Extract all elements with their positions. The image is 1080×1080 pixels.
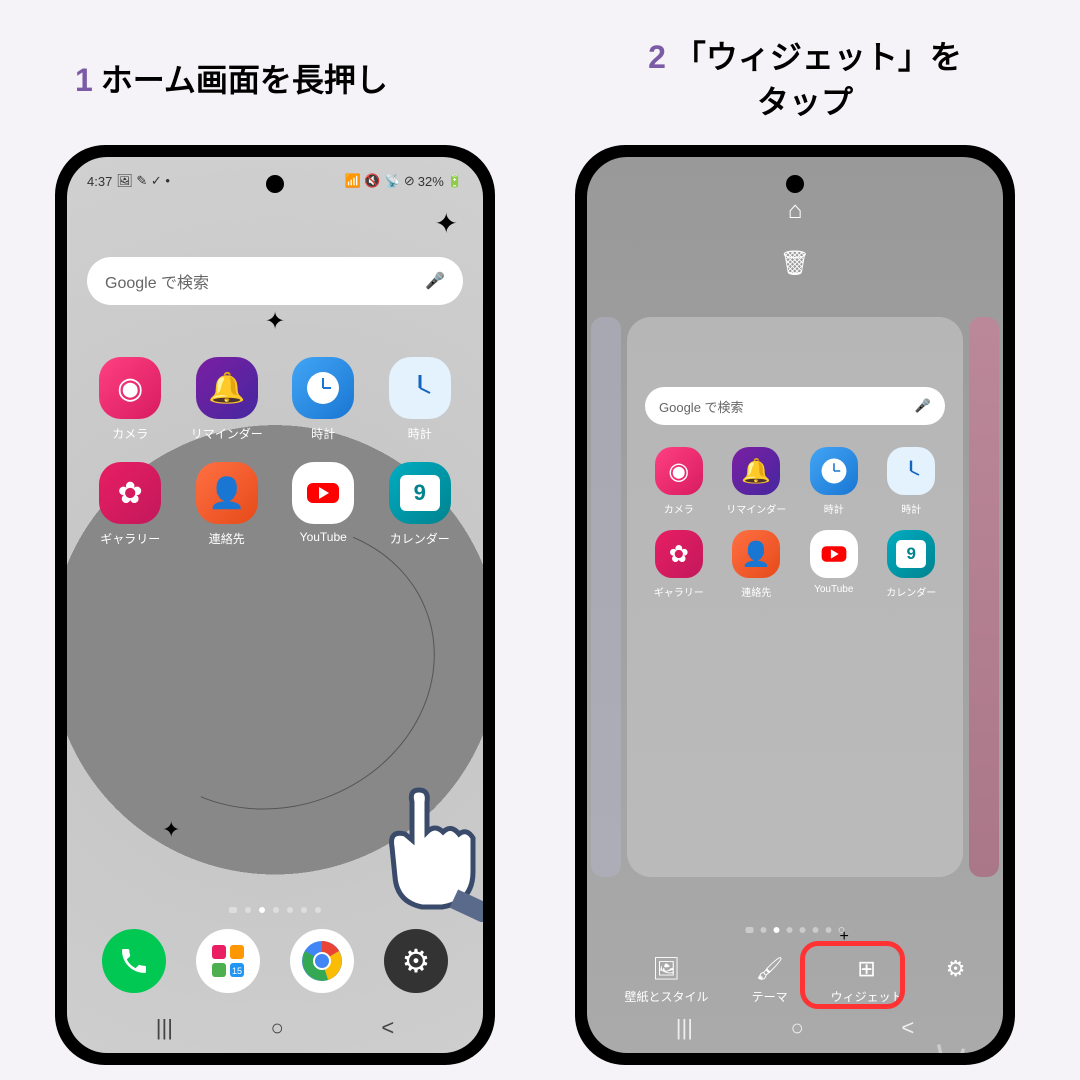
page-indicator: [229, 907, 321, 913]
phone-mockup-1: 4:37 🖼 ✎ ✓ • 📶 🔇 📡 ⊘ 32% 🔋 ✦ Google で検索 …: [55, 145, 495, 1065]
nav-home-icon[interactable]: ○: [791, 1015, 804, 1041]
widgets-icon: ⊞: [857, 956, 875, 982]
preview-app-contacts: 👤連絡先: [721, 530, 793, 599]
dock-phone-icon[interactable]: [102, 929, 166, 993]
dock-settings-icon[interactable]: ⚙: [384, 929, 448, 993]
preview-app-calendar: 9カレンダー: [876, 530, 948, 599]
preview-page-right[interactable]: [969, 317, 999, 877]
preview-app-camera: ◉カメラ: [643, 447, 715, 516]
step-1-number: 1: [75, 62, 93, 98]
dot: [287, 907, 293, 913]
clock-analog-icon: [389, 357, 451, 419]
dot: [315, 907, 321, 913]
nav-back-icon[interactable]: <: [901, 1015, 914, 1041]
preview-app-clock2: 時計: [876, 447, 948, 516]
preview-search-bar: Google で検索 🎤: [645, 387, 945, 425]
preview-page-left[interactable]: [591, 317, 621, 877]
person-icon: 👤: [196, 462, 258, 524]
home-outline-icon[interactable]: ⌂: [788, 197, 803, 225]
status-icons-right: 📶 🔇 📡 ⊘: [344, 173, 414, 189]
search-placeholder: Google で検索: [105, 269, 209, 293]
nav-home-icon[interactable]: ○: [271, 1015, 284, 1041]
dot: [301, 907, 307, 913]
app-camera[interactable]: ◉ カメラ: [87, 357, 174, 442]
wallpaper-button[interactable]: 🖼 壁紙とスタイル: [625, 956, 709, 1005]
status-time: 4:37: [87, 174, 112, 189]
image-icon: 🖼: [653, 956, 681, 982]
step-2-text: 「ウィジェット」をタップ: [674, 39, 962, 120]
mic-icon[interactable]: 🎤: [425, 271, 445, 291]
mic-icon: 🎤: [915, 398, 931, 414]
app-calendar[interactable]: 9 カレンダー: [377, 462, 464, 547]
home-preview-card[interactable]: Google で検索 🎤 ◉カメラ 🔔リマインダー 時計 時計 ✿ギャラリー 👤…: [627, 317, 963, 877]
step-2-number: 2: [648, 39, 666, 75]
brush-icon: 🖌: [756, 956, 784, 982]
app-clock-2[interactable]: 時計: [377, 357, 464, 442]
camera-notch: [786, 175, 804, 193]
preview-app-reminder: 🔔リマインダー: [721, 447, 793, 516]
preview-app-youtube: YouTube: [798, 530, 870, 599]
dot: [273, 907, 279, 913]
bell-icon: 🔔: [196, 357, 258, 419]
trash-icon[interactable]: 🗑: [780, 249, 810, 278]
dock-apps-icon[interactable]: 15: [196, 929, 260, 993]
status-icons-left: 🖼 ✎ ✓ •: [116, 173, 170, 189]
youtube-icon: [292, 462, 354, 524]
clock-icon: [292, 357, 354, 419]
svg-text:15: 15: [232, 966, 242, 976]
edit-toolbar: 🖼 壁紙とスタイル 🖌 テーマ ⊞ ウィジェット ⚙: [587, 956, 1003, 1005]
google-search-bar[interactable]: Google で検索 🎤: [87, 257, 463, 305]
dot-active: [259, 907, 265, 913]
camera-icon: ◉: [99, 357, 161, 419]
edit-page-indicator: +: [746, 927, 845, 933]
battery-icon: 🔋: [447, 173, 463, 189]
camera-notch: [266, 175, 284, 193]
phone-2-screen: ⌂ 🗑 Google で検索 🎤 ◉カメラ 🔔リマインダー 時計 時計 ✿ギャラ…: [587, 157, 1003, 1053]
flower-icon: ✿: [99, 462, 161, 524]
nav-bar: ||| ○ <: [587, 1015, 1003, 1041]
gear-icon: ⚙: [946, 956, 966, 982]
dock: 15 ⚙: [87, 929, 463, 993]
app-gallery[interactable]: ✿ ギャラリー: [87, 462, 174, 547]
app-reminder[interactable]: 🔔 リマインダー: [184, 357, 271, 442]
nav-recent-icon[interactable]: |||: [156, 1015, 173, 1041]
sparkle-icon: ✦: [265, 307, 285, 336]
step-1-text: ホーム画面を長押し: [101, 62, 388, 98]
step-1-title: 1ホーム画面を長押し: [75, 55, 388, 101]
dot: [229, 907, 237, 913]
nav-bar: ||| ○ <: [67, 1015, 483, 1041]
dock-chrome-icon[interactable]: [290, 929, 354, 993]
widgets-button[interactable]: ⊞ ウィジェット: [831, 956, 903, 1005]
themes-button[interactable]: 🖌 テーマ: [752, 956, 788, 1005]
sparkle-icon: ✦: [162, 817, 180, 843]
status-battery: 32%: [418, 174, 444, 189]
calendar-icon: 9: [389, 462, 451, 524]
preview-app-clock: 時計: [798, 447, 870, 516]
settings-button[interactable]: ⚙: [946, 956, 966, 1005]
phone-mockup-2: ⌂ 🗑 Google で検索 🎤 ◉カメラ 🔔リマインダー 時計 時計 ✿ギャラ…: [575, 145, 1015, 1065]
step-2-title: 2「ウィジェット」をタップ: [555, 35, 1055, 125]
preview-app-grid: ◉カメラ 🔔リマインダー 時計 時計 ✿ギャラリー 👤連絡先 YouTube 9…: [643, 447, 947, 599]
sparkle-icon: ✦: [435, 207, 458, 240]
preview-app-gallery: ✿ギャラリー: [643, 530, 715, 599]
edit-mode-top-icons: ⌂ 🗑: [780, 197, 810, 278]
nav-recent-icon[interactable]: |||: [676, 1015, 693, 1041]
app-grid: ◉ カメラ 🔔 リマインダー 時計 時計 ✿ ギャラリー: [87, 357, 463, 547]
phone-1-screen[interactable]: 4:37 🖼 ✎ ✓ • 📶 🔇 📡 ⊘ 32% 🔋 ✦ Google で検索 …: [67, 157, 483, 1053]
app-clock[interactable]: 時計: [280, 357, 367, 442]
nav-back-icon[interactable]: <: [381, 1015, 394, 1041]
dot: [245, 907, 251, 913]
